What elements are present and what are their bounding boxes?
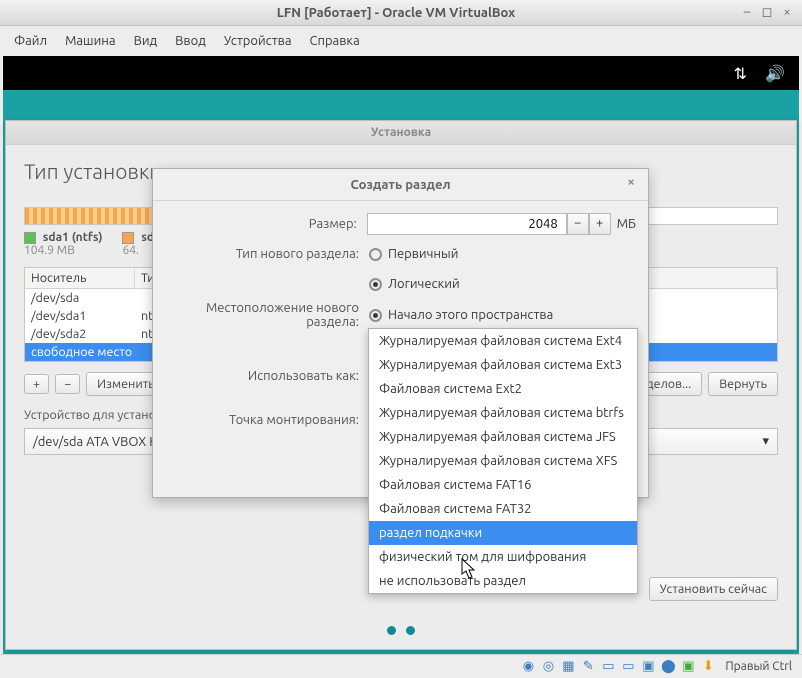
mount-label: Точка монтирования: <box>153 413 369 427</box>
legend-label-0: sda1 (ntfs) <box>43 231 103 244</box>
remove-partition-button[interactable]: − <box>55 374 80 394</box>
menu-view[interactable]: Вид <box>134 34 158 48</box>
page-dots <box>387 626 415 635</box>
status-monitor-icon[interactable]: ▣ <box>641 660 655 674</box>
fs-option[interactable]: Журналируемая файловая система Ext3 <box>369 353 637 377</box>
size-plus-button[interactable]: + <box>589 213 611 235</box>
legend-swatch-orange <box>122 232 134 244</box>
radio-loc-begin[interactable] <box>369 309 382 322</box>
fs-option[interactable]: Файловая система Ext2 <box>369 377 637 401</box>
status-pen-icon[interactable]: ✎ <box>581 660 595 674</box>
radio-loc-begin-label: Начало этого пространства <box>388 308 553 322</box>
status-disc-icon[interactable]: ◉ <box>521 660 535 674</box>
fs-option-selected[interactable]: раздел подкачки <box>369 521 637 545</box>
menu-input[interactable]: Ввод <box>175 34 206 48</box>
vbox-menubar: Файл Машина Вид Ввод Устройства Справка <box>0 26 802 56</box>
dialog-title: Создать раздел <box>350 178 450 192</box>
status-power-icon[interactable]: ⬇ <box>701 660 715 674</box>
installer-titlebar: Установка <box>6 121 796 145</box>
size-label: Размер: <box>153 217 367 231</box>
legend-sub-0: 104.9 MB <box>24 244 75 257</box>
network-icon[interactable]: ⇅ <box>734 64 747 83</box>
status-display-icon[interactable]: ▭ <box>601 660 615 674</box>
location-label: Местоположение нового раздела: <box>153 301 369 329</box>
fs-option[interactable]: Файловая система FAT16 <box>369 473 637 497</box>
dialog-close-button[interactable]: × <box>622 175 640 193</box>
maximize-button[interactable]: ◻ <box>760 5 774 20</box>
minimize-button[interactable]: – <box>740 5 754 20</box>
status-screen-icon[interactable]: ▭ <box>621 660 635 674</box>
legend-swatch-green <box>24 232 36 244</box>
vbox-titlebar: LFN [Работает] - Oracle VM VirtualBox – … <box>0 0 802 26</box>
fs-option[interactable]: Журналируемая файловая система Ext4 <box>369 329 637 353</box>
status-optical-icon[interactable]: ◎ <box>541 660 555 674</box>
close-button[interactable]: × <box>780 5 794 20</box>
fs-option[interactable]: физический том для шифрования <box>369 545 637 569</box>
revert-button[interactable]: Вернуть <box>708 372 778 396</box>
use-as-dropdown[interactable]: Журналируемая файловая система Ext4 Журн… <box>368 328 638 594</box>
radio-logical-label: Логический <box>388 277 460 291</box>
volume-icon[interactable]: 🔊 <box>765 64 785 83</box>
radio-primary[interactable] <box>369 248 382 261</box>
legend-sub-1: 64. <box>122 244 139 257</box>
menu-help[interactable]: Справка <box>310 34 360 48</box>
menu-machine[interactable]: Машина <box>65 34 116 48</box>
use-as-label: Использовать как: <box>153 369 369 383</box>
host-key-label: Правый Ctrl <box>725 660 792 673</box>
radio-logical[interactable] <box>369 278 382 291</box>
guest-topbar: ⇅ 🔊 <box>3 56 799 90</box>
add-partition-button[interactable]: + <box>24 374 49 394</box>
size-unit: МБ <box>617 217 636 231</box>
status-rec-icon[interactable]: ⬤ <box>661 660 675 674</box>
fs-option[interactable]: Журналируемая файловая система XFS <box>369 449 637 473</box>
fs-option[interactable]: Файловая система FAT32 <box>369 497 637 521</box>
status-net-icon[interactable]: ▦ <box>561 660 575 674</box>
col-device[interactable]: Носитель <box>25 268 135 288</box>
fs-option[interactable]: Журналируемая файловая система JFS <box>369 425 637 449</box>
vbox-statusbar: ◉ ◎ ▦ ✎ ▭ ▭ ▣ ⬤ ▣ ⬇ Правый Ctrl <box>0 654 802 678</box>
fs-option[interactable]: Журналируемая файловая система btrfs <box>369 401 637 425</box>
status-sound-icon[interactable]: ▣ <box>681 660 695 674</box>
fs-option[interactable]: не использовать раздел <box>369 569 637 593</box>
type-label: Тип нового раздела: <box>153 247 369 261</box>
radio-primary-label: Первичный <box>388 247 458 261</box>
size-minus-button[interactable]: − <box>567 213 589 235</box>
size-input[interactable] <box>367 213 567 235</box>
install-now-button[interactable]: Установить сейчас <box>649 577 778 601</box>
chevron-down-icon: ▾ <box>762 434 769 449</box>
menu-devices[interactable]: Устройства <box>224 34 292 48</box>
vbox-title: LFN [Работает] - Oracle VM VirtualBox <box>60 6 732 20</box>
menu-file[interactable]: Файл <box>14 34 47 48</box>
